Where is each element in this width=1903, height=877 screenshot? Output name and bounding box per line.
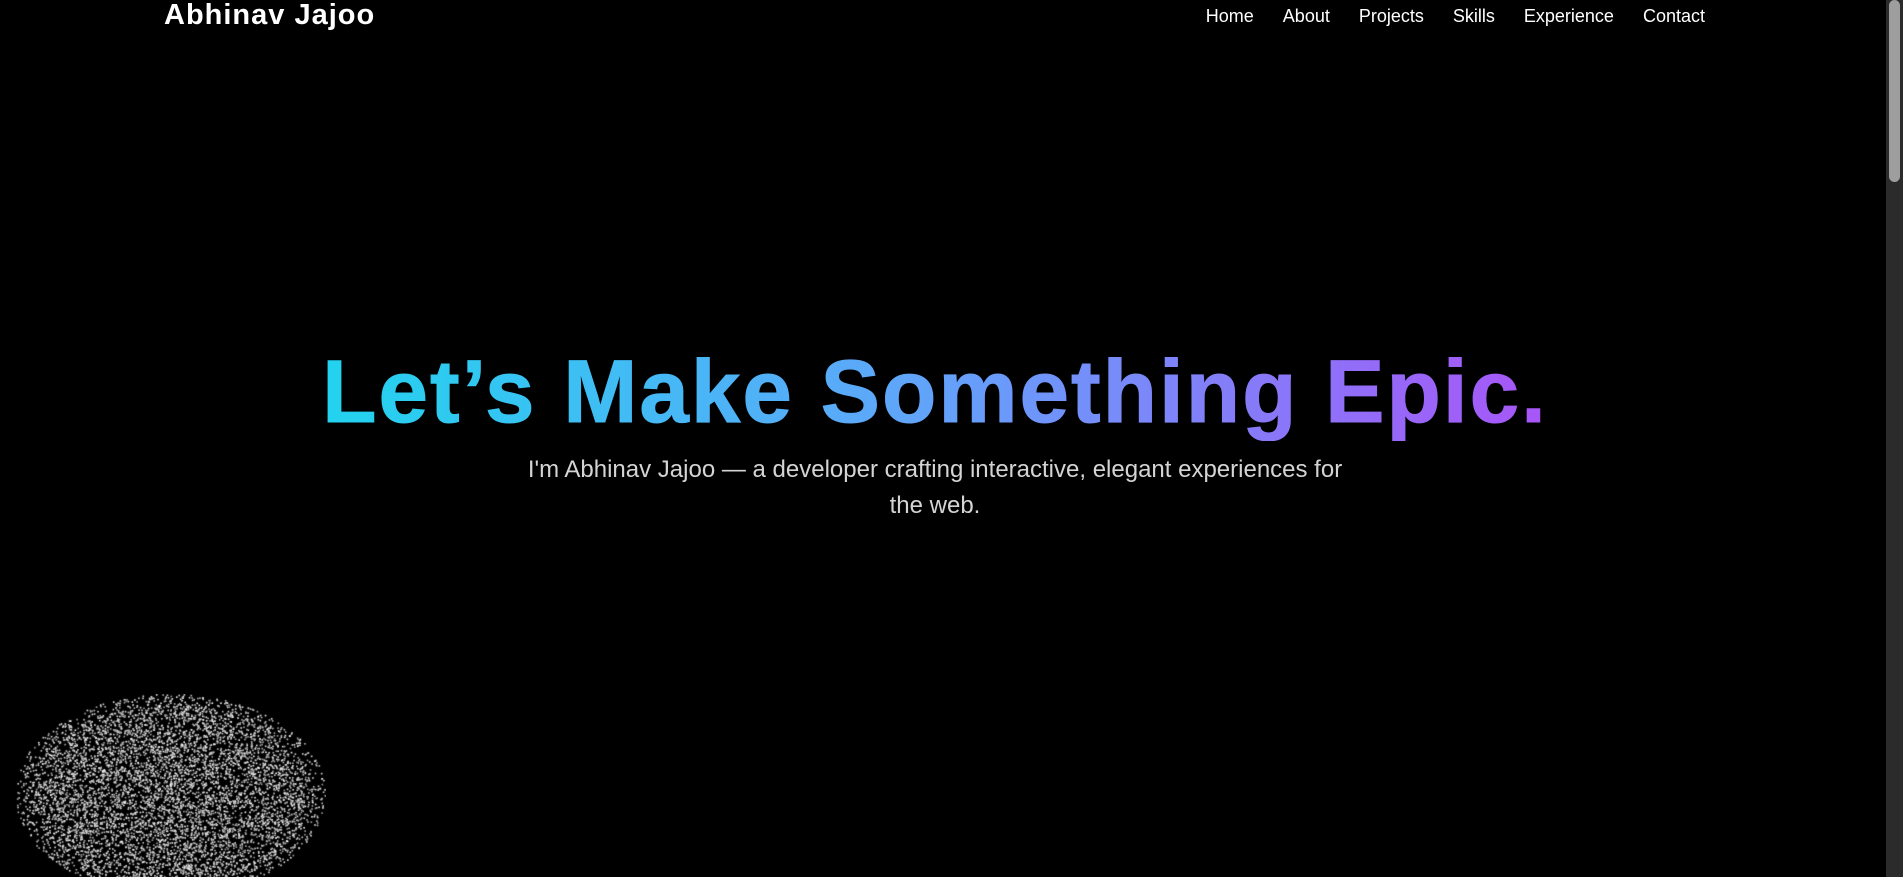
nav-skills[interactable]: Skills [1453,0,1495,32]
nav-experience[interactable]: Experience [1524,0,1614,32]
page: Abhinav Jajoo Home About Projects Skills… [0,0,1903,877]
nav-about[interactable]: About [1283,0,1330,32]
nav-contact[interactable]: Contact [1643,0,1705,32]
nav-home[interactable]: Home [1206,0,1254,32]
scrollbar-track[interactable] [1886,0,1903,877]
hero-title: Let’s Make Something Epic. [0,336,1870,446]
main-nav: Home About Projects Skills Experience Co… [1177,0,1705,32]
nav-projects[interactable]: Projects [1359,0,1424,32]
site-logo[interactable]: Abhinav Jajoo [164,0,375,31]
hero-title-text: Let’s Make Something Epic. [322,341,1548,442]
hero-subtitle: I'm Abhinav Jajoo — a developer crafting… [527,456,1343,519]
particle-blob-graphic [14,694,326,877]
scrollbar-thumb[interactable] [1889,0,1900,182]
